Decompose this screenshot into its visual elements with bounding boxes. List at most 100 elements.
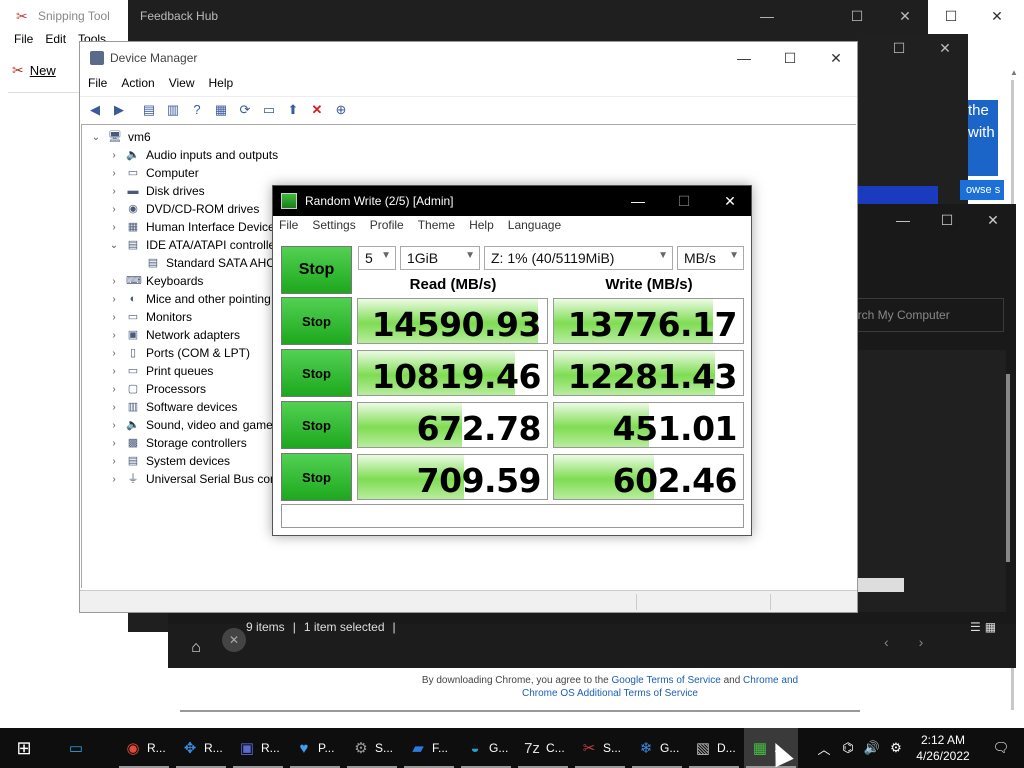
taskbar-item[interactable]: ✂ S...: [573, 728, 627, 768]
minimize-icon[interactable]: —: [615, 186, 661, 216]
horizontal-scrollbar[interactable]: [180, 710, 860, 712]
close-icon[interactable]: ✕: [974, 0, 1020, 32]
google-terms-link[interactable]: Google Terms of Service: [611, 675, 720, 686]
notifications-icon[interactable]: 🗨: [978, 740, 1024, 756]
tree-item[interactable]: › 🔈 Audio inputs and outputs: [108, 146, 278, 164]
uninstall-icon[interactable]: ✕: [306, 99, 328, 121]
clock[interactable]: 2:12 AM 4/26/2022: [908, 732, 978, 764]
details-view-icon[interactable]: ☰: [970, 620, 981, 634]
snip-new-button[interactable]: ✂ New: [12, 60, 56, 80]
drive-select[interactable]: Z: 1% (40/5119MiB) ▼: [484, 246, 673, 270]
tree-item[interactable]: › ▩ Storage controllers: [108, 434, 246, 452]
tree-item[interactable]: › ▥ Software devices: [108, 398, 237, 416]
browse-button[interactable]: owse s: [960, 180, 1004, 200]
stop-test-button[interactable]: Stop: [281, 297, 352, 345]
view-icon[interactable]: ▦: [210, 99, 232, 121]
tree-item[interactable]: ▤ Standard SATA AHCI: [128, 254, 278, 272]
taskbar-item[interactable]: ◒ G...: [459, 728, 513, 768]
disable-device-icon[interactable]: ⊕: [330, 99, 352, 121]
tree-item[interactable]: › ⏚ Universal Serial Bus cont: [108, 470, 280, 488]
tree-item[interactable]: › 🔈 Sound, video and game: [108, 416, 272, 434]
tree-item[interactable]: › ▯ Ports (COM & LPT): [108, 344, 250, 362]
chevron-right-icon[interactable]: ›: [108, 366, 120, 377]
taskbar-item[interactable]: ▣ R...: [231, 728, 285, 768]
taskbar-item[interactable]: ✥ R...: [174, 728, 228, 768]
close-icon[interactable]: ✕: [707, 186, 753, 216]
taskbar-item[interactable]: 7z C...: [516, 728, 570, 768]
chevron-right-icon[interactable]: ›: [108, 168, 120, 179]
chevron-right-icon[interactable]: ›: [108, 312, 120, 323]
tree-item[interactable]: › ▭ Print queues: [108, 362, 213, 380]
chevron-right-icon[interactable]: ›: [108, 402, 120, 413]
maximize-icon[interactable]: ☐: [876, 32, 922, 64]
maximize-icon[interactable]: ☐: [767, 42, 813, 74]
enable-device-icon[interactable]: ⬆: [282, 99, 304, 121]
cdm-menu-settings[interactable]: Settings: [312, 218, 355, 236]
maximize-icon[interactable]: ☐: [661, 186, 707, 216]
chevron-right-icon[interactable]: ›: [108, 330, 120, 341]
show-hide-tree-icon[interactable]: ▤: [138, 99, 160, 121]
gear-icon[interactable]: ⚙: [884, 740, 908, 756]
chrome-os-terms-link[interactable]: Chrome OS Additional Terms of Service: [522, 688, 698, 699]
chevron-right-icon[interactable]: ›: [108, 222, 120, 233]
tree-item[interactable]: › ▤ System devices: [108, 452, 230, 470]
menu-action[interactable]: Action: [121, 76, 154, 94]
tree-item[interactable]: › ▬ Disk drives: [108, 182, 204, 200]
chevron-right-icon[interactable]: ›: [108, 456, 120, 467]
cdm-menu-file[interactable]: File: [279, 218, 298, 236]
menu-file[interactable]: File: [88, 76, 107, 94]
home-icon[interactable]: ⌂: [182, 634, 210, 662]
chevron-down-icon[interactable]: ⌄: [108, 240, 120, 251]
comment-field[interactable]: [281, 504, 744, 528]
menu-view[interactable]: View: [169, 76, 195, 94]
prev-icon[interactable]: ‹: [884, 634, 889, 650]
chevron-right-icon[interactable]: ›: [108, 204, 120, 215]
menu-help[interactable]: Help: [209, 76, 234, 94]
scan-hardware-icon[interactable]: ▭: [258, 99, 280, 121]
properties-icon[interactable]: ▥: [162, 99, 184, 121]
maximize-icon[interactable]: ☐: [924, 204, 970, 236]
stop-test-button[interactable]: Stop: [281, 401, 352, 449]
chevron-right-icon[interactable]: ›: [108, 384, 120, 395]
tree-item[interactable]: › ▢ Processors: [108, 380, 206, 398]
tree-item[interactable]: ⌄ ▤ IDE ATA/ATAPI controllers: [108, 236, 285, 254]
close-icon[interactable]: ✕: [882, 0, 928, 32]
chevron-right-icon[interactable]: ›: [108, 420, 120, 431]
snip-menu-file[interactable]: File: [14, 32, 33, 50]
network-icon[interactable]: ⌬: [836, 740, 860, 756]
minimize-icon[interactable]: ☐: [928, 0, 974, 32]
chrome-terms-link[interactable]: Chrome and: [743, 675, 798, 686]
tree-item[interactable]: › ▭ Monitors: [108, 308, 192, 326]
tree-item[interactable]: › ◉ DVD/CD-ROM drives: [108, 200, 259, 218]
stop-test-button[interactable]: Stop: [281, 453, 352, 501]
close-icon[interactable]: ✕: [813, 42, 859, 74]
chevron-down-icon[interactable]: ⌄: [90, 132, 102, 143]
tree-item[interactable]: › ▭ Computer: [108, 164, 198, 182]
cdm-menu-theme[interactable]: Theme: [418, 218, 455, 236]
close-circle-icon[interactable]: ✕: [222, 628, 246, 652]
stop-test-button[interactable]: Stop: [281, 349, 352, 397]
update-driver-icon[interactable]: ⟳: [234, 99, 256, 121]
start-button[interactable]: ⊞: [0, 728, 48, 768]
tree-item[interactable]: ⌄ 🖥 vm6: [90, 128, 151, 146]
chevron-right-icon[interactable]: ›: [108, 438, 120, 449]
snip-menu-edit[interactable]: Edit: [45, 32, 66, 50]
forward-icon[interactable]: ▶: [108, 99, 130, 121]
help-icon[interactable]: ?: [186, 99, 208, 121]
search-input[interactable]: arch My Computer: [844, 298, 1004, 332]
taskbar-item[interactable]: ▰ F...: [402, 728, 456, 768]
maximize-icon[interactable]: ☐: [834, 0, 880, 32]
next-icon[interactable]: ›: [919, 634, 924, 650]
chevron-right-icon[interactable]: ›: [108, 294, 120, 305]
tree-item[interactable]: › ⌨ Keyboards: [108, 272, 203, 290]
size-select[interactable]: 1GiB ▼: [400, 246, 480, 270]
taskbar-item[interactable]: ❄ G...: [630, 728, 684, 768]
taskbar-item[interactable]: ▧ D...: [687, 728, 741, 768]
tree-item[interactable]: › ▣ Network adapters: [108, 326, 240, 344]
taskbar-item[interactable]: ▭: [60, 728, 114, 768]
taskbar-item[interactable]: ⚙ S...: [345, 728, 399, 768]
tree-item[interactable]: › ▦ Human Interface Devices: [108, 218, 280, 236]
minimize-icon[interactable]: —: [744, 0, 790, 32]
cdm-menu-language[interactable]: Language: [508, 218, 561, 236]
taskbar-item[interactable]: ♥ P...: [288, 728, 342, 768]
